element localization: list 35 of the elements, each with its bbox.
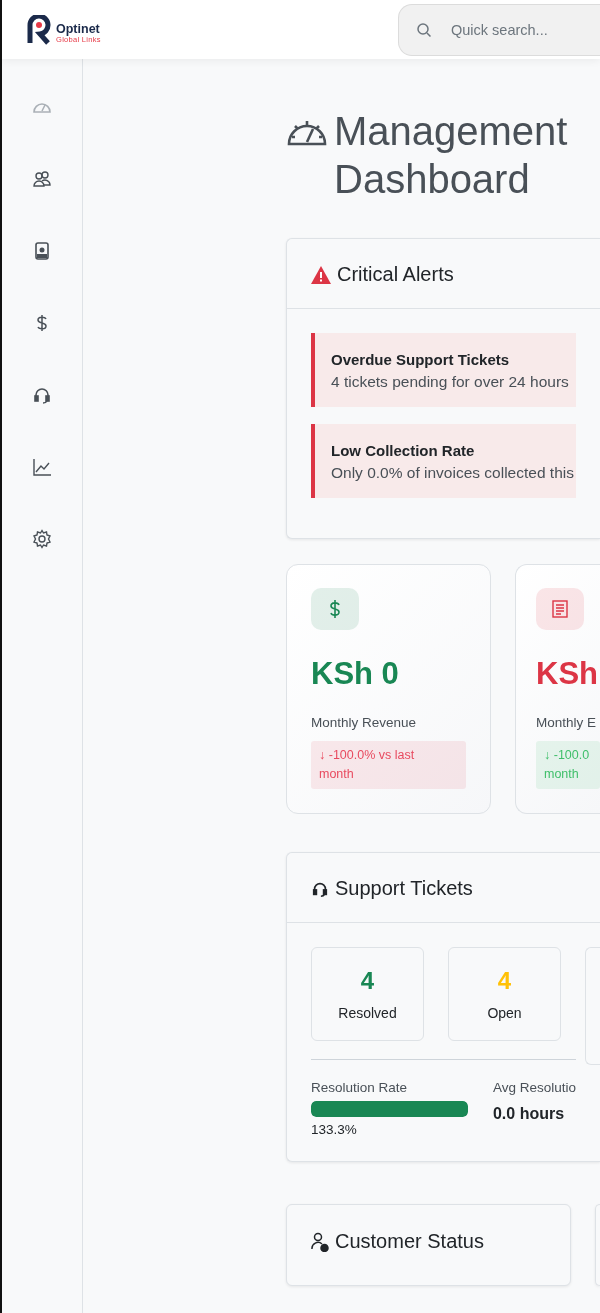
person-icon (311, 1231, 329, 1252)
metric-value: 0.0 hours (492, 1105, 566, 1123)
card-title: Critical Alerts (337, 263, 454, 286)
metric-label: Avg Resolutio (492, 1080, 576, 1095)
stat-value: KSh 0 (311, 655, 400, 693)
dollar-icon (36, 314, 48, 332)
search-field[interactable]: Quick search... (398, 3, 600, 56)
metric-label: Resolution Rate (311, 1080, 409, 1095)
warning-icon (311, 265, 331, 284)
stat-label: Monthly Revenue (311, 715, 418, 730)
card-title: Customer Status (335, 1230, 484, 1253)
id-badge-icon (32, 241, 52, 261)
page-title: Management Dashboard (334, 108, 569, 203)
ticket-label: Open (487, 1005, 522, 1021)
metric-reading: 133.3% (311, 1122, 358, 1137)
ticket-label: Resolved (338, 1005, 397, 1021)
settings-icon (32, 529, 52, 549)
logo-name: Optinet (56, 22, 101, 36)
stat-label: Monthly E (536, 715, 598, 730)
document-icon (552, 600, 568, 618)
stat-value: KSh (536, 655, 599, 693)
alert-title: Overdue Support Tickets (331, 351, 511, 368)
ticket-count: 4 (497, 967, 512, 995)
ticket-count: 4 (360, 967, 375, 995)
alert-text: 4 tickets pending for over 24 hours (331, 373, 570, 391)
trend-badge: ↓ -100.0 month (536, 741, 600, 789)
dollar-icon (329, 599, 341, 619)
search-icon (416, 21, 432, 38)
people-icon (32, 169, 52, 189)
line-chart-icon (32, 457, 52, 477)
alert-title: Low Collection Rate (331, 442, 476, 459)
trend-badge: ↓ -100.0% vs last month (311, 741, 466, 789)
headset-icon (32, 385, 52, 405)
card-title: Support Tickets (335, 877, 473, 900)
alert-text: Only 0.0% of invoices collected this (331, 464, 575, 482)
